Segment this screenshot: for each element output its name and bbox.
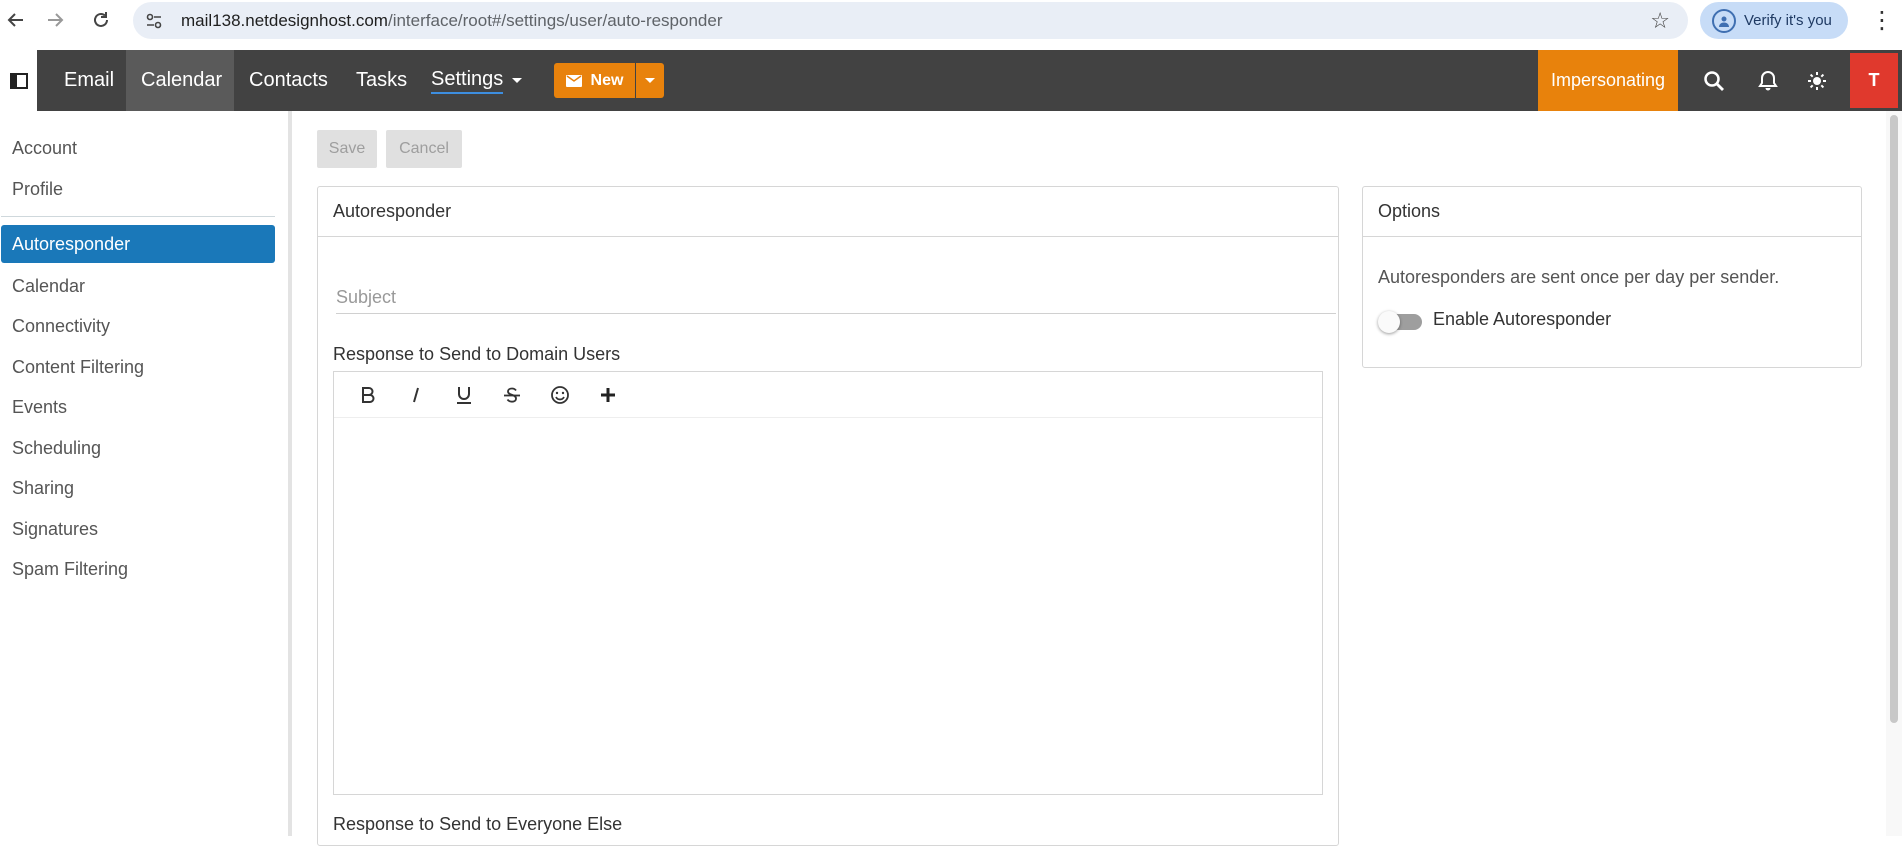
sidebar-item-account[interactable]: Account [1, 129, 275, 167]
browser-menu-icon[interactable]: ⋮ [1870, 6, 1894, 35]
sidebar-item-label: Sharing [12, 477, 75, 498]
sidebar-item-label: Scheduling [12, 437, 102, 458]
domain-users-label: Response to Send to Domain Users [333, 344, 621, 364]
avatar[interactable]: T [1850, 53, 1898, 108]
sidebar-item-autoresponder[interactable]: Autoresponder [1, 225, 275, 263]
subject-placeholder: Subject [336, 287, 397, 307]
options-info-text: Autoresponders are sent once per day per… [1378, 267, 1780, 287]
envelope-icon [565, 74, 582, 87]
new-button-group: New [554, 63, 664, 98]
emoji-icon[interactable] [536, 375, 584, 415]
new-dropdown-button[interactable] [636, 63, 664, 98]
sidebar-item-label: Signatures [12, 518, 99, 539]
sidebar-item-content-filtering[interactable]: Content Filtering [1, 348, 275, 386]
save-button-label: Save [328, 140, 366, 157]
editor-toolbar [334, 372, 1322, 418]
italic-icon[interactable] [392, 375, 440, 415]
sidebar-item-label: Profile [12, 178, 64, 199]
nav-email-label: Email [64, 69, 115, 91]
browser-toolbar: mail138.netdesignhost.com/interface/root… [0, 0, 1902, 41]
sidebar-item-signatures[interactable]: Signatures [1, 510, 275, 548]
options-panel-title: Options [1363, 187, 1861, 237]
nav-tasks-label: Tasks [356, 69, 408, 91]
enable-autoresponder-toggle[interactable] [1378, 311, 1424, 333]
site-settings-icon[interactable] [137, 4, 171, 38]
profile-icon [1712, 8, 1736, 33]
new-button[interactable]: New [554, 63, 635, 98]
sidebar-item-label: Content Filtering [12, 356, 145, 377]
search-icon[interactable] [1690, 50, 1738, 111]
reload-icon[interactable] [85, 4, 117, 36]
cancel-button[interactable]: Cancel [386, 130, 462, 168]
nav-contacts[interactable]: Contacts [234, 50, 343, 111]
sidebar-item-label: Account [12, 137, 78, 158]
avatar-initial: T [1868, 70, 1880, 90]
nav-settings[interactable]: Settings [416, 50, 537, 111]
theme-sun-icon[interactable] [1793, 50, 1841, 111]
sidebar-item-scheduling[interactable]: Scheduling [1, 429, 275, 467]
autoresponder-panel: Autoresponder Subject Response to Send t… [317, 186, 1339, 846]
save-button[interactable]: Save [317, 130, 377, 168]
sidebar-item-label: Spam Filtering [12, 558, 129, 579]
bookmark-star-icon[interactable]: ☆ [1650, 8, 1670, 34]
sidebar-item-calendar[interactable]: Calendar [1, 267, 275, 305]
strikethrough-icon[interactable] [488, 375, 536, 415]
sidebar-item-connectivity[interactable]: Connectivity [1, 307, 275, 345]
subject-input[interactable]: Subject [336, 282, 1336, 314]
nav-settings-label: Settings [431, 68, 504, 94]
nav-calendar[interactable]: Calendar [126, 50, 234, 111]
chevron-down-icon [512, 78, 523, 83]
sidebar-item-label: Autoresponder [12, 233, 131, 254]
sidebar-divider [1, 216, 275, 217]
sidebar-item-spam-filtering[interactable]: Spam Filtering [1, 550, 275, 588]
sidebar-item-label: Events [12, 396, 68, 417]
main-content: Save Cancel Autoresponder Subject Respon… [296, 111, 1882, 846]
sidebar-item-label: Calendar [12, 275, 86, 296]
sidebar-toggle-icon[interactable] [0, 50, 37, 111]
address-bar[interactable]: mail138.netdesignhost.com/interface/root… [133, 2, 1688, 39]
verify-label: Verify it's you [1744, 12, 1832, 29]
sidebar-item-events[interactable]: Events [1, 388, 275, 426]
nav-email[interactable]: Email [49, 50, 129, 111]
nav-tasks[interactable]: Tasks [341, 50, 422, 111]
scrollbar-thumb[interactable] [1890, 115, 1898, 723]
forward-icon[interactable] [39, 4, 71, 36]
everyone-else-label: Response to Send to Everyone Else [333, 814, 623, 834]
toggle-knob [1378, 311, 1400, 333]
sidebar-item-profile[interactable]: Profile [1, 170, 275, 208]
options-panel: Options Autoresponders are sent once per… [1362, 186, 1862, 368]
cancel-button-label: Cancel [399, 140, 449, 157]
url-text: mail138.netdesignhost.com/interface/root… [181, 10, 723, 30]
new-button-label: New [590, 71, 624, 89]
back-icon[interactable] [0, 4, 32, 36]
sidebar-item-label: Connectivity [12, 315, 111, 336]
verify-button[interactable]: Verify it's you [1700, 2, 1848, 39]
bold-icon[interactable] [344, 375, 392, 415]
bell-icon[interactable] [1744, 50, 1792, 111]
app-navbar: Email Calendar Contacts Tasks Settings N… [0, 50, 1902, 111]
enable-autoresponder-label: Enable Autoresponder [1433, 309, 1612, 329]
settings-sidebar: Account Profile Autoresponder Calendar C… [0, 111, 292, 836]
chevron-down-icon [645, 78, 655, 83]
nav-contacts-label: Contacts [249, 69, 328, 91]
plus-icon[interactable] [584, 375, 632, 415]
nav-calendar-label: Calendar [141, 69, 223, 91]
impersonating-button[interactable]: Impersonating [1538, 50, 1678, 111]
autoresponder-panel-title: Autoresponder [318, 187, 1338, 237]
impersonating-label: Impersonating [1550, 70, 1666, 90]
underline-icon[interactable] [440, 375, 488, 415]
sidebar-item-sharing[interactable]: Sharing [1, 469, 275, 507]
page-scrollbar[interactable] [1886, 111, 1902, 836]
domain-users-editor[interactable] [333, 371, 1323, 795]
